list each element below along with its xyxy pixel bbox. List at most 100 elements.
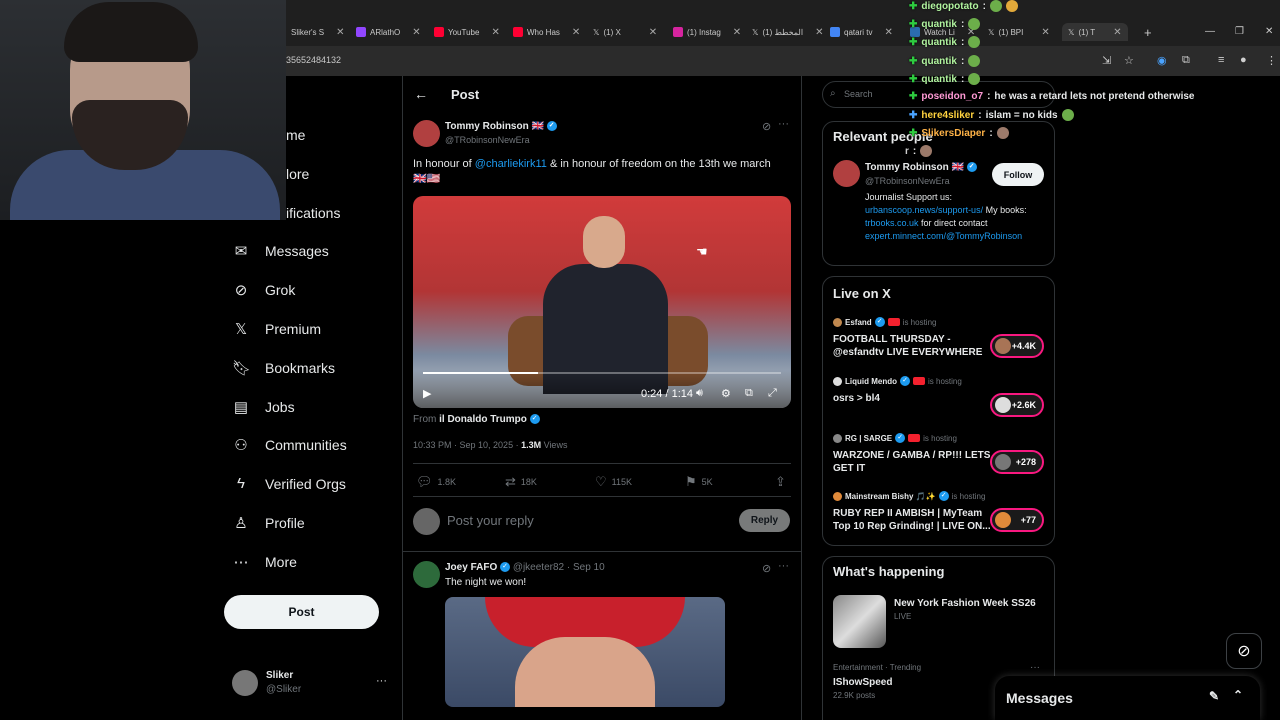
tweet-timestamp[interactable]: 10:33 PM · Sep 10, 2025 · [413, 440, 521, 450]
browser-tab[interactable]: YouTube ✕ [434, 23, 500, 41]
settings-icon[interactable]: ⚙ [721, 387, 731, 400]
tweet-more-icon[interactable]: ··· [778, 118, 789, 130]
nav-home-partial[interactable]: me [286, 127, 305, 143]
reply-input[interactable]: Post your reply [447, 513, 534, 528]
sidebar-item-verified-orgs[interactable]: ϟ Verified Orgs [232, 475, 346, 492]
post-button[interactable]: Post [224, 595, 379, 629]
communities-icon: ⚇ [234, 437, 248, 454]
reply-author-row[interactable]: Joey FAFO ✓ @jkeeter82 · Sep 10 [445, 562, 605, 573]
reply-author-name[interactable]: Joey FAFO [445, 562, 497, 573]
share-action[interactable]: ⇪ [775, 474, 786, 490]
browser-tab[interactable]: (1) Instag ✕ [673, 23, 741, 41]
reply-author-avatar[interactable] [413, 561, 440, 588]
nav-notifications-partial[interactable]: ifications [286, 205, 340, 221]
trend-more-icon[interactable]: ··· [1030, 662, 1040, 673]
tweet-author-name[interactable]: Tommy Robinson 🇬🇧 [445, 121, 544, 132]
trend-title[interactable]: IShowSpeed [833, 677, 892, 688]
play-icon[interactable]: ▶ [423, 387, 431, 400]
close-icon[interactable]: ✕ [815, 27, 823, 38]
follow-button[interactable]: Follow [992, 163, 1044, 186]
close-icon[interactable]: ✕ [884, 27, 892, 38]
close-window-icon[interactable]: ✕ [1265, 26, 1273, 37]
live-item[interactable]: Esfand ✓ is hosting FOOTBALL THURSDAY - @e… [833, 317, 1048, 359]
live-listener-badge[interactable]: +77 [990, 508, 1044, 532]
sidebar-item-grok[interactable]: ⊘ Grok [232, 281, 296, 299]
profile-icon[interactable]: ● [1240, 54, 1247, 66]
tweet-more-icon[interactable]: ··· [778, 560, 789, 572]
browser-tab[interactable]: ARlathO ✕ [356, 23, 421, 41]
grok-icon[interactable]: ⊘ [762, 562, 771, 575]
browser-tab[interactable]: 𝕏 (1) BPI ✕ [988, 23, 1050, 41]
bio-link[interactable]: expert.minnect.com/@TommyRobinson [865, 231, 1022, 241]
sidebar-item-communities[interactable]: ⚇ Communities [232, 436, 346, 454]
avatar[interactable] [232, 670, 258, 696]
messages-drawer[interactable]: Messages ✎ ⌃ [995, 676, 1260, 720]
menu-icon[interactable]: ⋮ [1266, 54, 1277, 67]
sidebar-item-more[interactable]: ⋯ More [232, 553, 297, 571]
close-icon[interactable]: ✕ [733, 27, 741, 38]
restore-icon[interactable]: ❐ [1235, 26, 1244, 37]
sidebar-item-bookmarks[interactable]: 🔖︎ Bookmarks [232, 359, 335, 377]
new-message-icon[interactable]: ✎ [1209, 689, 1219, 703]
close-icon[interactable]: ✕ [1041, 27, 1049, 38]
fullscreen-icon[interactable]: ⤢ [768, 387, 777, 400]
reply-action[interactable]: 💬︎ 1.8K [416, 474, 456, 490]
minimize-icon[interactable]: — [1205, 26, 1215, 37]
browser-tab-active[interactable]: 𝕏 (1) T ✕ [1062, 23, 1128, 41]
bookmark-action[interactable]: ⚑ 5K [685, 474, 713, 490]
live-item[interactable]: RG | SARGE ✓ is hosting WARZONE / GAMBA / … [833, 433, 1048, 475]
close-icon[interactable]: ✕ [649, 27, 657, 38]
back-arrow-icon[interactable]: ← [414, 86, 428, 102]
grok-icon[interactable]: ⊘ [762, 120, 771, 133]
star-icon[interactable]: ☆ [1124, 54, 1134, 67]
live-item[interactable]: Liquid Mendo ✓ is hosting osrs > bl4 +2.6K [833, 376, 1048, 417]
live-listener-badge[interactable]: +278 [990, 450, 1044, 474]
grok-float-button[interactable]: ⊘ [1226, 633, 1262, 669]
browser-tab[interactable]: Sliker's S ✕ [291, 23, 344, 41]
tweet-author-handle[interactable]: @TRobinsonNewEra [445, 135, 530, 145]
from-name[interactable]: il Donaldo Trumpo [439, 414, 527, 425]
bio-link[interactable]: urbanscoop.news/support-us/ [865, 205, 983, 215]
person-avatar[interactable] [833, 160, 860, 187]
tweet-video[interactable]: ▶ 0:24 / 1:14 🔊︎ ⚙ ⧉ ⤢ [413, 196, 791, 408]
nav-explore-partial[interactable]: lore [286, 166, 309, 182]
browser-tab[interactable]: Who Has ✕ [513, 23, 580, 41]
sidebar-item-messages[interactable]: ✉ Messages [232, 242, 329, 260]
playlist-icon[interactable]: ≡ [1218, 54, 1224, 66]
close-icon[interactable]: ✕ [572, 27, 580, 38]
reply-button[interactable]: Reply [739, 509, 790, 532]
tweet-author-avatar[interactable] [413, 120, 440, 147]
like-action[interactable]: ♡ 115K [595, 474, 632, 490]
person-name[interactable]: Tommy Robinson 🇬🇧 [865, 162, 964, 173]
live-item[interactable]: Mainstream Bishy 🎵✨ ✓ is hosting RUBY REP … [833, 491, 1048, 533]
browser-tab[interactable]: qatari tv ✕ [830, 23, 893, 41]
browser-tab[interactable]: 𝕏 المخطط (1) ✕ [752, 23, 823, 41]
person-name-row[interactable]: Tommy Robinson 🇬🇧 ✓ [865, 162, 977, 173]
repost-action[interactable]: ⇄ 18K [505, 474, 537, 490]
sidebar-item-jobs[interactable]: ▤ Jobs [232, 398, 295, 416]
live-listener-badge[interactable]: +4.4K [990, 334, 1044, 358]
video-progress-bar[interactable] [423, 372, 781, 374]
bio-link[interactable]: trbooks.co.uk [865, 218, 919, 228]
browser-tab[interactable]: 𝕏 (1) X ✕ [593, 23, 657, 41]
trend-title[interactable]: New York Fashion Week SS26 [894, 598, 1036, 609]
puzzle-icon[interactable]: ⧉ [1182, 54, 1190, 67]
mention-link[interactable]: @charliekirk11 [475, 158, 547, 170]
new-tab-button[interactable]: + [1144, 23, 1152, 41]
close-icon[interactable]: ✕ [491, 27, 499, 38]
extension-icon[interactable]: ◉ [1157, 54, 1167, 67]
volume-icon[interactable]: 🔊︎ [696, 387, 703, 400]
close-icon[interactable]: ✕ [336, 27, 344, 38]
reply-image[interactable] [445, 597, 725, 707]
sidebar-item-profile[interactable]: ♙ Profile [232, 514, 304, 532]
install-icon[interactable]: ⇲ [1102, 54, 1111, 67]
tweet-author-row[interactable]: Tommy Robinson 🇬🇧 ✓ [445, 121, 557, 132]
live-listener-badge[interactable]: +2.6K [990, 393, 1044, 417]
close-icon[interactable]: ✕ [412, 27, 420, 38]
sidebar-item-premium[interactable]: 𝕏 Premium [232, 320, 321, 338]
pip-icon[interactable]: ⧉ [745, 387, 753, 400]
trend-thumbnail[interactable] [833, 595, 886, 648]
expand-icon[interactable]: ⌃ [1233, 688, 1243, 702]
account-more-icon[interactable]: ··· [376, 675, 387, 687]
close-icon[interactable]: ✕ [1113, 27, 1121, 38]
